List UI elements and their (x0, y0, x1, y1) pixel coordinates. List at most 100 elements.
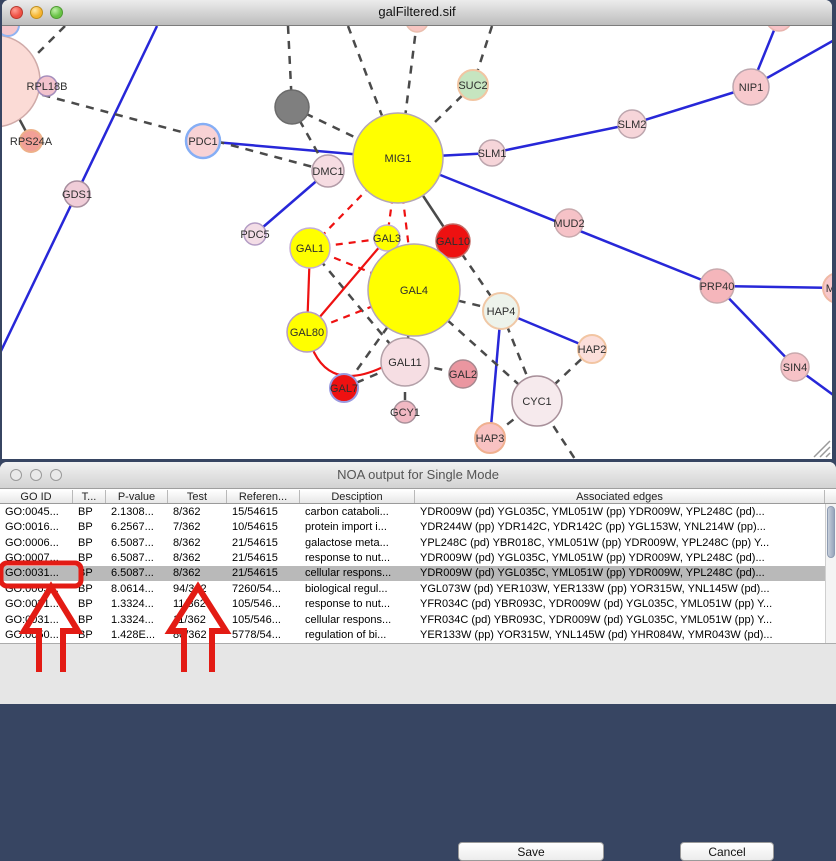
table-cell: BP (73, 506, 106, 518)
table-row[interactable]: GO:0006...BP6.5087...8/36221/54615galact… (0, 535, 825, 550)
table-cell: YER133W (pp) YOR315W, YNL145W (pd) YHR08… (415, 629, 825, 641)
scrollbar-thumb[interactable] (827, 506, 835, 558)
noa-window: NOA output for Single Mode GO IDT...P-va… (0, 462, 836, 704)
table-cell: YDR009W (pd) YGL035C, YML051W (pp) YDR00… (415, 506, 825, 518)
node-topleft-partial[interactable] (2, 26, 19, 36)
cancel-button[interactable]: Cancel (680, 842, 774, 861)
network-window-titlebar[interactable]: galFiltered.sif (2, 0, 832, 26)
node-label-CYC1: CYC1 (522, 396, 551, 408)
table-cell: 7260/54... (227, 583, 300, 595)
table-cell: BP (73, 629, 106, 641)
table-header-corner (825, 489, 836, 504)
table-cell: GO:0031... (0, 598, 73, 610)
table-cell: galactose meta... (300, 537, 415, 549)
table-cell: YDR009W (pd) YGL035C, YML051W (pp) YDR00… (415, 552, 825, 564)
table-cell: YFR034C (pd) YBR093C, YDR009W (pd) YGL03… (415, 598, 825, 610)
network-window: galFiltered.sif RPL18BRPS24AGDS1PDC1DMC1… (2, 0, 832, 459)
node-label-SLM2: SLM2 (618, 119, 647, 131)
table-cell: YDR009W (pd) YGL035C, YML051W (pp) YDR00… (415, 567, 825, 579)
table-row[interactable]: GO:0031...BP1.3324...11/362105/546...cel… (0, 612, 825, 627)
table-cell: 21/54615 (227, 552, 300, 564)
node-label-GAL4: GAL4 (400, 285, 428, 297)
node-label-GAL3: GAL3 (373, 233, 401, 245)
table-cell: GO:0006... (0, 537, 73, 549)
node-label-PRP40: PRP40 (700, 281, 735, 293)
table-cell: 11/362 (168, 598, 227, 610)
node-label-GDS1: GDS1 (62, 189, 92, 201)
node-label-RPL18B: RPL18B (27, 81, 68, 93)
table-cell: 6.5087... (106, 537, 168, 549)
node-label-GAL1: GAL1 (296, 243, 324, 255)
table-cell: GO:0016... (0, 521, 73, 533)
node-topright-partial[interactable] (766, 26, 792, 31)
save-button[interactable]: Save (458, 842, 604, 861)
column-header-4[interactable]: Referen... (227, 490, 300, 503)
node-gray-node[interactable] (275, 90, 309, 124)
table-cell: 15/54615 (227, 506, 300, 518)
table-body: GO:0045...BP2.1308...8/36215/54615carbon… (0, 504, 825, 643)
node-label-HAP4: HAP4 (487, 306, 516, 318)
node-label-MUD2: MUD2 (553, 218, 584, 230)
column-header-6[interactable]: Associated edges (415, 490, 825, 503)
node-label-HAP2: HAP2 (578, 344, 607, 356)
table-cell: YPL248C (pd) YBR018C, YML051W (pp) YDR00… (415, 537, 825, 549)
table-cell: 105/546... (227, 598, 300, 610)
table-cell: BP (73, 614, 106, 626)
table-row[interactable]: GO:0050...BP1.428E...80/3625778/54...reg… (0, 628, 825, 643)
table-cell: 6.5087... (106, 567, 168, 579)
column-header-2[interactable]: P-value (106, 490, 168, 503)
node-label-HAP3: HAP3 (476, 433, 505, 445)
column-header-1[interactable]: T... (73, 490, 106, 503)
network-canvas[interactable]: RPL18BRPS24AGDS1PDC1DMC1MIG1SUC2SLM1SLM2… (2, 26, 832, 459)
network-edge[interactable] (490, 311, 501, 438)
table-cell: response to nut... (300, 598, 415, 610)
node-label-PDC5: PDC5 (240, 229, 269, 241)
table-row[interactable]: GO:0031...BP6.5087...8/36221/54615cellul… (0, 566, 825, 581)
table-cell: carbon cataboli... (300, 506, 415, 518)
node-label-GAL11: GAL11 (388, 357, 421, 369)
table-cell: GO:0050... (0, 629, 73, 641)
table-row[interactable]: GO:0031...BP1.3324...11/362105/546...res… (0, 597, 825, 612)
table-row[interactable]: GO:0016...BP6.2567...7/36210/54615protei… (0, 519, 825, 534)
table-cell: cellular respons... (300, 567, 415, 579)
node-topcenter-partial[interactable] (406, 26, 428, 32)
table-cell: protein import i... (300, 521, 415, 533)
table-cell: YDR244W (pp) YDR142C, YDR142C (pp) YGL15… (415, 521, 825, 533)
table-cell: response to nut... (300, 552, 415, 564)
table-cell: 80/362 (168, 629, 227, 641)
node-label-SLM1: SLM1 (478, 148, 507, 160)
node-label-GAL80: GAL80 (290, 327, 324, 339)
column-header-0[interactable]: GO ID (0, 490, 73, 503)
table-row[interactable]: GO:0007...BP6.5087...8/36221/54615respon… (0, 550, 825, 565)
table-cell: BP (73, 583, 106, 595)
table-cell: 11/362 (168, 614, 227, 626)
table-cell: 7/362 (168, 521, 227, 533)
table-cell: BP (73, 537, 106, 549)
table-cell: 8/362 (168, 567, 227, 579)
table-cell: GO:0007... (0, 552, 73, 564)
table-cell: BP (73, 567, 106, 579)
node-label-MSN: MSN (826, 283, 832, 295)
vertical-scrollbar[interactable] (825, 504, 836, 643)
table-cell: 2.1308... (106, 506, 168, 518)
table-cell: BP (73, 598, 106, 610)
node-label-SUC2: SUC2 (458, 80, 487, 92)
node-label-RPS24A: RPS24A (10, 136, 53, 148)
table-cell: 6.2567... (106, 521, 168, 533)
resize-grip-icon[interactable] (826, 453, 830, 457)
table-cell: GO:0065... (0, 583, 73, 595)
table-cell: GO:0031... (0, 567, 73, 579)
table-cell: GO:0045... (0, 506, 73, 518)
table-cell: BP (73, 552, 106, 564)
table-cell: 6.5087... (106, 552, 168, 564)
table-cell: cellular respons... (300, 614, 415, 626)
node-label-NIP1: NIP1 (739, 82, 763, 94)
table-row[interactable]: GO:0065...BP8.0614...94/3627260/54...bio… (0, 581, 825, 596)
noa-window-titlebar[interactable]: NOA output for Single Mode (0, 462, 836, 489)
table-cell: 1.3324... (106, 614, 168, 626)
table-row[interactable]: GO:0045...BP2.1308...8/36215/54615carbon… (0, 504, 825, 519)
node-label-PDC1: PDC1 (188, 136, 217, 148)
column-header-5[interactable]: Desciption (300, 490, 415, 503)
network-edge[interactable] (492, 124, 632, 153)
column-header-3[interactable]: Test (168, 490, 227, 503)
